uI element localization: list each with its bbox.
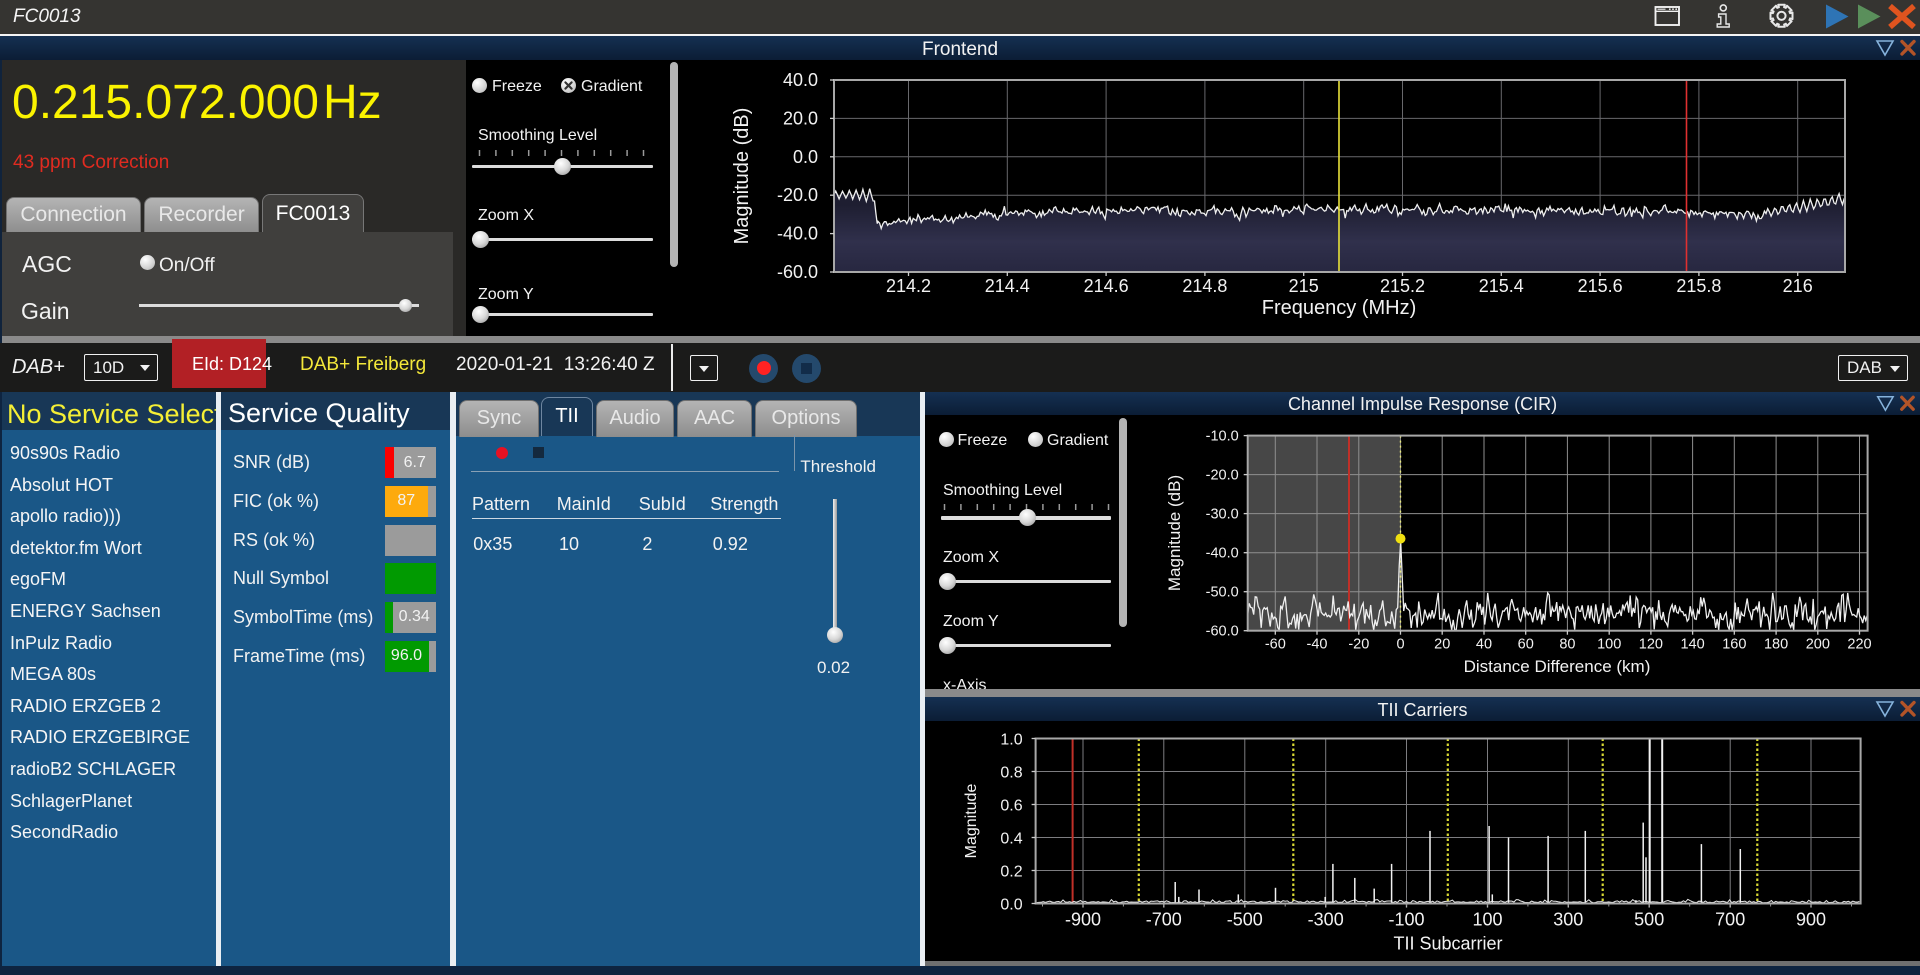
svg-text:0.8: 0.8	[1000, 765, 1022, 782]
svg-text:-300: -300	[1308, 910, 1344, 930]
svg-text:-900: -900	[1065, 910, 1101, 930]
svg-text:20.0: 20.0	[783, 108, 818, 128]
svg-text:214.2: 214.2	[886, 276, 931, 296]
svg-text:Distance Difference (km): Distance Difference (km)	[1464, 657, 1651, 676]
svg-text:Frequency (MHz): Frequency (MHz)	[1262, 297, 1416, 319]
svg-text:80: 80	[1559, 637, 1575, 653]
svg-text:214.6: 214.6	[1084, 276, 1129, 296]
svg-text:216: 216	[1783, 276, 1813, 296]
svg-text:-40.0: -40.0	[777, 224, 818, 244]
svg-text:60: 60	[1518, 637, 1534, 653]
svg-text:40: 40	[1476, 637, 1492, 653]
svg-text:220: 220	[1847, 637, 1871, 653]
svg-text:215.8: 215.8	[1676, 276, 1721, 296]
svg-text:-40.0: -40.0	[1206, 546, 1239, 562]
svg-text:20: 20	[1434, 637, 1450, 653]
svg-text:Magnitude (dB): Magnitude (dB)	[1165, 475, 1184, 591]
svg-text:-40: -40	[1307, 637, 1328, 653]
svg-text:160: 160	[1722, 637, 1746, 653]
svg-text:100: 100	[1472, 910, 1502, 930]
svg-text:0.0: 0.0	[793, 147, 818, 167]
svg-text:-500: -500	[1227, 910, 1263, 930]
svg-text:-50.0: -50.0	[1206, 585, 1239, 601]
svg-text:214.4: 214.4	[985, 276, 1030, 296]
svg-text:-20.0: -20.0	[777, 185, 818, 205]
svg-text:100: 100	[1597, 637, 1621, 653]
svg-text:Magnitude: Magnitude	[963, 784, 980, 859]
svg-text:215.6: 215.6	[1578, 276, 1623, 296]
svg-text:-60: -60	[1265, 637, 1286, 653]
svg-text:0.6: 0.6	[1000, 798, 1022, 815]
svg-text:120: 120	[1639, 637, 1663, 653]
svg-text:Magnitude (dB): Magnitude (dB)	[731, 108, 753, 245]
svg-text:900: 900	[1796, 910, 1826, 930]
svg-text:-20: -20	[1348, 637, 1369, 653]
svg-text:215.2: 215.2	[1380, 276, 1425, 296]
svg-text:-60.0: -60.0	[777, 262, 818, 282]
svg-text:-10.0: -10.0	[1206, 429, 1239, 445]
svg-text:40.0: 40.0	[783, 70, 818, 90]
svg-text:180: 180	[1764, 637, 1788, 653]
svg-text:500: 500	[1634, 910, 1664, 930]
svg-text:0.2: 0.2	[1000, 864, 1022, 881]
svg-text:140: 140	[1680, 637, 1704, 653]
svg-text:0.4: 0.4	[1000, 831, 1022, 848]
svg-text:TII Subcarrier: TII Subcarrier	[1393, 934, 1502, 954]
svg-text:214.8: 214.8	[1182, 276, 1227, 296]
svg-text:-100: -100	[1388, 910, 1424, 930]
svg-text:-30.0: -30.0	[1206, 507, 1239, 523]
svg-text:700: 700	[1715, 910, 1745, 930]
svg-text:-700: -700	[1146, 910, 1182, 930]
svg-text:0: 0	[1396, 637, 1404, 653]
svg-text:-60.0: -60.0	[1206, 624, 1239, 640]
svg-text:215: 215	[1289, 276, 1319, 296]
svg-text:215.4: 215.4	[1479, 276, 1524, 296]
svg-text:1.0: 1.0	[1000, 732, 1022, 749]
svg-text:200: 200	[1806, 637, 1830, 653]
svg-text:300: 300	[1553, 910, 1583, 930]
svg-text:0.0: 0.0	[1000, 897, 1022, 914]
svg-text:-20.0: -20.0	[1206, 468, 1239, 484]
